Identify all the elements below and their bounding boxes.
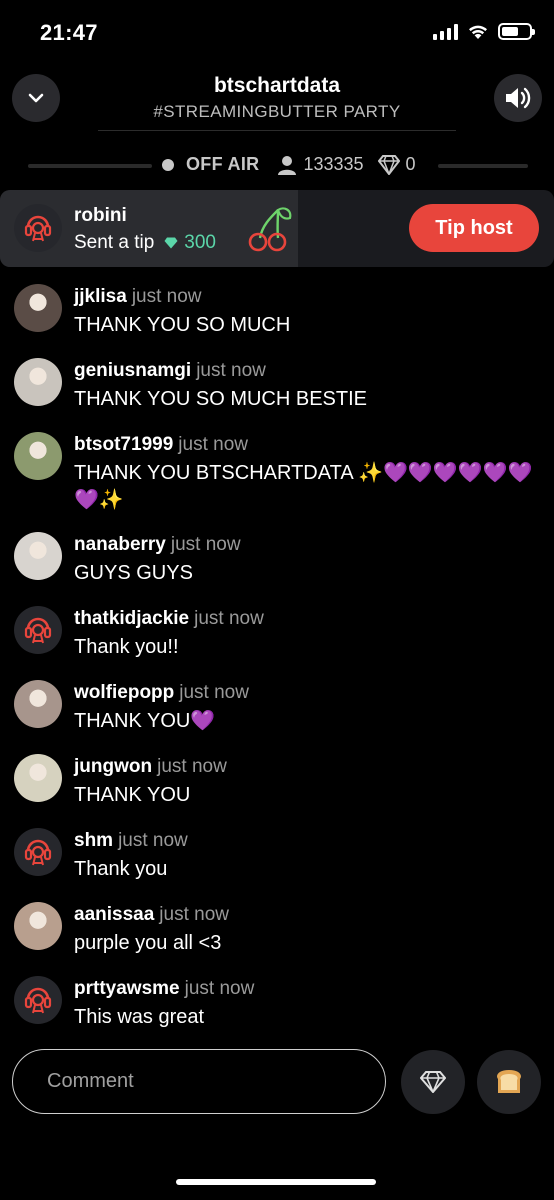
app-logo-icon bbox=[24, 839, 52, 866]
message-text: This was great bbox=[74, 1006, 205, 1028]
message-header: nanaberry just now bbox=[74, 534, 241, 556]
speaker-icon bbox=[506, 87, 531, 109]
user-avatar[interactable] bbox=[14, 680, 62, 728]
app-logo-icon bbox=[24, 617, 52, 644]
message-header: wolfiepopp just now bbox=[74, 682, 249, 704]
message-text: THANK YOU BTSCHARTDATA ✨💜💜💜💜💜💜💜✨ bbox=[74, 462, 533, 511]
tip-amount: 300 bbox=[184, 232, 216, 253]
message-time: just now bbox=[118, 830, 188, 851]
message-header: thatkidjackie just now bbox=[74, 608, 264, 630]
message-time: just now bbox=[159, 904, 229, 925]
home-indicator[interactable] bbox=[176, 1179, 376, 1185]
status-dot-icon bbox=[162, 158, 174, 171]
message-username[interactable]: prttyawsme bbox=[74, 978, 180, 999]
app-logo-icon bbox=[24, 215, 52, 242]
send-gem-button[interactable] bbox=[401, 1050, 465, 1114]
message-time: just now bbox=[179, 682, 249, 703]
user-avatar[interactable] bbox=[14, 902, 62, 950]
message-header: shm just now bbox=[74, 830, 188, 852]
sound-button[interactable] bbox=[494, 74, 542, 122]
gem-count: 0 bbox=[405, 154, 416, 174]
cherry-icon bbox=[248, 207, 292, 252]
message-username[interactable]: aanissaa bbox=[74, 904, 154, 925]
message-username[interactable]: shm bbox=[74, 830, 113, 851]
message-username[interactable]: geniusnamgi bbox=[74, 360, 191, 381]
tip-banner: robini Sent a tip 300 Tip host bbox=[0, 190, 554, 267]
message-time: just now bbox=[196, 360, 266, 381]
broadcast-status: OFF AIR bbox=[186, 154, 260, 174]
user-avatar[interactable] bbox=[14, 432, 62, 480]
room-stats: OFF AIR 133335 0 bbox=[162, 154, 430, 175]
user-avatar[interactable] bbox=[14, 754, 62, 802]
message-header: btsot71999 just now bbox=[74, 434, 248, 456]
gem-icon bbox=[164, 237, 178, 249]
message-text: THANK YOU bbox=[74, 784, 191, 806]
message-username[interactable]: jungwon bbox=[74, 756, 152, 777]
message-header: jjklisa just now bbox=[74, 286, 202, 308]
stats-line-left bbox=[28, 164, 152, 168]
message-time: just now bbox=[194, 608, 264, 629]
diamond-icon bbox=[420, 1071, 446, 1093]
message-text: THANK YOU SO MUCH BESTIE bbox=[74, 388, 368, 410]
battery-icon bbox=[498, 23, 535, 40]
message-username[interactable]: jjklisa bbox=[74, 286, 127, 307]
message-header: geniusnamgi just now bbox=[74, 360, 266, 382]
message-username[interactable]: nanaberry bbox=[74, 534, 166, 555]
status-icons bbox=[433, 23, 535, 40]
send-bread-button[interactable] bbox=[477, 1050, 541, 1114]
tipper-name: robini bbox=[74, 205, 127, 226]
comment-box[interactable] bbox=[12, 1049, 386, 1114]
user-avatar[interactable] bbox=[14, 828, 62, 876]
message-text: THANK YOU💜 bbox=[74, 710, 216, 732]
tip-host-button[interactable]: Tip host bbox=[409, 204, 539, 252]
room-header: btschartdata #STREAMINGBUTTER PARTY bbox=[0, 66, 554, 136]
message-header: jungwon just now bbox=[74, 756, 227, 778]
person-icon bbox=[277, 155, 297, 175]
message-header: aanissaa just now bbox=[74, 904, 229, 926]
message-text: purple you all <3 bbox=[74, 932, 222, 954]
bread-icon bbox=[497, 1070, 521, 1093]
user-avatar[interactable] bbox=[14, 284, 62, 332]
message-username[interactable]: wolfiepopp bbox=[74, 682, 174, 703]
message-username[interactable]: thatkidjackie bbox=[74, 608, 189, 629]
header-divider bbox=[98, 130, 456, 131]
room-title: btschartdata bbox=[213, 74, 341, 97]
message-text: Thank you bbox=[74, 858, 168, 880]
tipper-avatar[interactable] bbox=[14, 204, 62, 252]
stats-bar: OFF AIR 133335 0 bbox=[0, 150, 554, 182]
message-username[interactable]: btsot71999 bbox=[74, 434, 173, 455]
listener-count: 133335 bbox=[303, 154, 364, 174]
user-avatar[interactable] bbox=[14, 976, 62, 1024]
user-avatar[interactable] bbox=[14, 532, 62, 580]
message-time: just now bbox=[131, 286, 202, 307]
wifi-icon bbox=[469, 25, 487, 39]
message-text: Thank you!! bbox=[74, 636, 179, 658]
tip-action: Sent a tip bbox=[74, 232, 155, 253]
message-time: just now bbox=[157, 756, 227, 777]
app-logo-icon bbox=[24, 987, 52, 1014]
message-header: prttyawsme just now bbox=[74, 978, 254, 1000]
status-time: 21:47 bbox=[40, 20, 98, 45]
stats-line-right bbox=[438, 164, 528, 168]
user-avatar[interactable] bbox=[14, 358, 62, 406]
message-text: THANK YOU SO MUCH bbox=[74, 314, 291, 336]
status-bar: 21:47 bbox=[0, 0, 554, 66]
comment-input[interactable] bbox=[47, 1070, 347, 1093]
user-avatar[interactable] bbox=[14, 606, 62, 654]
cellular-signal-icon bbox=[433, 23, 458, 40]
tip-message: Sent a tip 300 bbox=[74, 232, 216, 254]
message-text: GUYS GUYS bbox=[74, 562, 193, 584]
message-time: just now bbox=[184, 978, 255, 999]
message-time: just now bbox=[170, 534, 241, 555]
message-time: just now bbox=[178, 434, 248, 455]
diamond-icon bbox=[377, 154, 400, 175]
room-subtitle: #STREAMINGBUTTER PARTY bbox=[153, 102, 401, 121]
